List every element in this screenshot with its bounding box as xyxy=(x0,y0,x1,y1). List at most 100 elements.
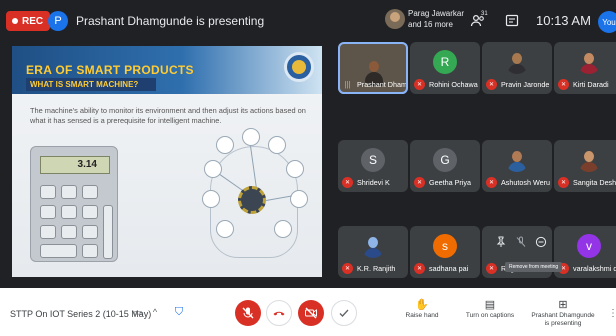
participant-label: ✕ Kirti Daradi xyxy=(558,79,616,90)
leave-call-button[interactable] xyxy=(266,300,292,326)
mic-off-icon: ✕ xyxy=(342,263,353,274)
mic-off-icon[interactable] xyxy=(514,236,527,249)
participant-tile[interactable]: ✕ Sangita Deshm... xyxy=(554,140,616,192)
present-icon: ⊞ xyxy=(558,299,568,311)
participant-name: Prashant Dham... xyxy=(357,80,406,89)
tile-hover-controls xyxy=(494,236,547,249)
participant-tile[interactable]: s ✕ sadhana pai xyxy=(410,226,480,278)
participant-tile[interactable]: R ✕ Rohini Ochawar xyxy=(410,42,480,94)
network-node xyxy=(216,136,234,154)
recording-badge: REC xyxy=(6,11,51,31)
chat-icon[interactable] xyxy=(504,13,520,29)
presentation-slide: ERA OF SMART PRODUCTS WHAT IS SMART MACH… xyxy=(12,46,322,277)
calculator-key xyxy=(40,205,56,219)
presenting-label-2: is presenting xyxy=(544,320,582,327)
calculator-key xyxy=(82,225,98,239)
participant-avatar: s xyxy=(433,234,457,258)
network-node xyxy=(202,190,220,208)
gear-icon xyxy=(238,186,266,214)
participant-label: ✕ Shridevi K xyxy=(342,177,406,188)
more-options-icon[interactable]: ⋮ xyxy=(608,308,616,319)
raise-hand-label: Raise hand xyxy=(405,312,439,319)
participant-avatar: G xyxy=(433,148,457,172)
participant-label: ||| Prashant Dham... xyxy=(342,79,406,90)
participant-label: ✕ Sangita Deshm... xyxy=(558,177,616,188)
present-now-button[interactable]: ⊞ Prashant Dhamgunde is presenting xyxy=(528,298,598,328)
participant-name: varalakshmi da... xyxy=(573,264,616,273)
checkmark-button[interactable] xyxy=(331,300,357,326)
network-node xyxy=(268,136,286,154)
bottom-bar: STTP On IOT Series 2 (10-15 May) ▭ ^ ⛉ ✋… xyxy=(0,288,616,336)
participant-name: Ashutosh Weru... xyxy=(501,178,550,187)
participant-avatar: v xyxy=(577,234,601,258)
network-node xyxy=(290,190,308,208)
calculator-key xyxy=(40,244,77,258)
participant-tile[interactable]: v ✕ varalakshmi da... xyxy=(554,226,616,278)
mic-off-icon: ✕ xyxy=(414,263,425,274)
calculator-key xyxy=(40,185,56,199)
network-node xyxy=(242,128,260,146)
participant-avatar xyxy=(505,50,529,74)
participant-tile[interactable]: ✕ Kirti Daradi xyxy=(554,42,616,94)
slide-body-text: The machine's ability to monitor its env… xyxy=(30,106,306,125)
record-dot-icon xyxy=(12,18,18,24)
captions-icon: ▤ xyxy=(484,299,496,311)
network-node xyxy=(286,160,304,178)
participant-label: ✕ Ashutosh Weru... xyxy=(486,177,550,188)
participants-avatar[interactable] xyxy=(385,9,405,29)
calculator-key xyxy=(82,205,98,219)
participant-avatar xyxy=(361,234,385,258)
participant-label: ✕ sadhana pai xyxy=(414,263,478,274)
participant-name: sadhana pai xyxy=(429,264,469,273)
presenter-avatar: P xyxy=(48,11,68,31)
mic-off-icon: ✕ xyxy=(486,263,497,274)
network-node xyxy=(274,220,292,238)
participant-avatar xyxy=(577,148,601,172)
pin-icon[interactable] xyxy=(494,236,507,249)
participant-name: Sangita Deshm... xyxy=(573,178,616,187)
participant-tile[interactable]: ||| Prashant Dham... xyxy=(338,42,408,94)
mic-toggle-button[interactable] xyxy=(235,300,261,326)
calculator-key xyxy=(82,185,98,199)
clock: 10:13 AM xyxy=(536,13,591,28)
chat-bubble-icon[interactable]: ▭ xyxy=(131,305,145,319)
participants-summary[interactable]: Parag Jawarkar and 16 more xyxy=(408,8,468,30)
calculator-key xyxy=(40,225,56,239)
participant-label: ✕ Geetha Priya xyxy=(414,177,478,188)
mic-off-icon: ✕ xyxy=(414,177,425,188)
participant-tile[interactable]: G ✕ Geetha Priya xyxy=(410,140,480,192)
camera-toggle-button[interactable] xyxy=(298,300,324,326)
speaking-indicator xyxy=(338,92,408,94)
participant-name: Rohini Ochawar xyxy=(429,80,478,89)
calculator-key xyxy=(103,205,113,259)
participant-label: ✕ varalakshmi da... xyxy=(558,263,616,274)
brain-network-illustration xyxy=(190,128,320,268)
remove-tooltip: Remove from meeting xyxy=(505,262,563,272)
remove-icon[interactable] xyxy=(534,236,547,249)
participant-label: ✕ Pravin Jaronde xyxy=(486,79,550,90)
chevron-up-icon[interactable]: ^ xyxy=(148,305,162,319)
captions-button[interactable]: ▤ Turn on captions xyxy=(462,298,518,320)
shield-icon[interactable]: ⛉ xyxy=(173,306,185,320)
mic-off-icon: ✕ xyxy=(414,79,425,90)
presenting-label-1: Prashant Dhamgunde xyxy=(531,312,595,319)
speaking-icon: ||| xyxy=(344,80,351,89)
recording-label: REC xyxy=(22,15,44,27)
participants-line-2: and 16 more xyxy=(408,20,453,29)
mic-off-icon: ✕ xyxy=(342,177,353,188)
slide-title: ERA OF SMART PRODUCTS xyxy=(26,63,194,77)
participant-tile[interactable]: ✕ Ashutosh Weru... xyxy=(482,140,552,192)
participant-tile[interactable]: ✕ Pravin Jaronde xyxy=(482,42,552,94)
calculator-display: 3.14 xyxy=(40,156,110,174)
participant-avatar: S xyxy=(361,148,385,172)
raise-hand-button[interactable]: ✋ Raise hand xyxy=(402,298,442,320)
participant-avatar: R xyxy=(433,50,457,74)
institute-logo-icon xyxy=(284,52,314,82)
participant-tile[interactable]: ✕ K.R. Ranjith xyxy=(338,226,408,278)
captions-label: Turn on captions xyxy=(465,312,515,319)
calculator-key xyxy=(82,244,98,258)
self-avatar[interactable]: You xyxy=(598,11,616,33)
slide-subtitle: WHAT IS SMART MACHINE? xyxy=(30,80,139,89)
participant-tile[interactable]: S ✕ Shridevi K xyxy=(338,140,408,192)
participant-label: ✕ Rohini Ochawar xyxy=(414,79,478,90)
